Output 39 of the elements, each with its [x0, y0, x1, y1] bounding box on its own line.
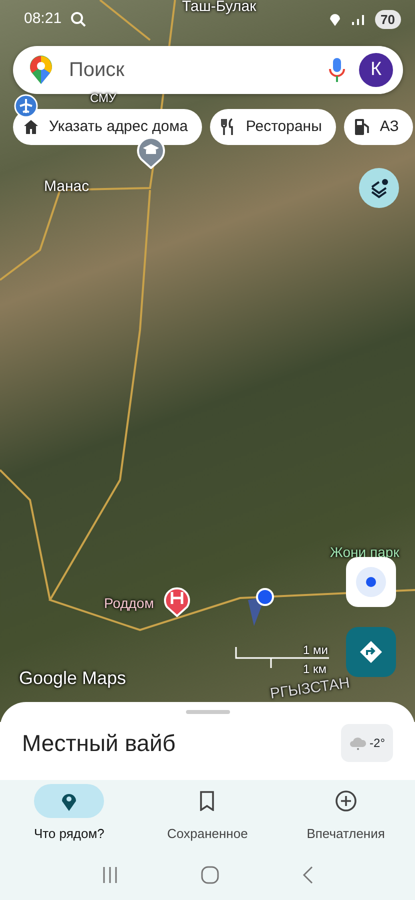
map-label: Манас — [44, 177, 90, 197]
airport-icon — [14, 94, 38, 118]
weather-chip[interactable]: -2° — [340, 724, 393, 762]
chip-button[interactable]: Указать адрес дома — [13, 109, 202, 145]
nav-tab[interactable]: Что рядом? — [0, 780, 138, 850]
location-dot-icon — [247, 588, 274, 627]
pin-icon — [61, 791, 78, 811]
avatar[interactable]: К — [359, 53, 393, 87]
search-icon — [70, 11, 86, 28]
bookmark-icon — [199, 791, 216, 811]
search-field[interactable]: Поиск — [67, 54, 315, 86]
location-target-icon — [354, 565, 388, 599]
map-attribution: Google Maps — [19, 667, 126, 690]
home-icon[interactable] — [200, 865, 220, 885]
map-label: Таш-Булак — [182, 0, 256, 17]
cloud-icon — [348, 736, 367, 750]
status-time: 08:21 — [24, 9, 62, 29]
chip-button[interactable]: Рестораны — [210, 109, 336, 145]
back-icon[interactable] — [300, 865, 315, 885]
search-bar[interactable]: Поиск К — [13, 46, 403, 94]
map-label: Жони парк — [330, 543, 400, 562]
map-label: Роддом — [104, 594, 154, 613]
house-icon — [23, 119, 39, 135]
map-pin-logo-icon — [29, 55, 53, 85]
sheet-title: Местный вайб — [22, 728, 176, 758]
fuel-pump-icon — [354, 118, 370, 136]
directions-button[interactable] — [346, 627, 396, 677]
hospital-pin-icon — [163, 585, 191, 617]
drag-handle[interactable] — [186, 710, 230, 714]
nav-tab[interactable]: Впечатления — [276, 780, 415, 850]
microphone-icon[interactable] — [329, 57, 345, 83]
scale-label: 1 ми — [303, 642, 328, 659]
nav-tab[interactable]: Сохраненное — [138, 780, 277, 850]
plus-circle-icon — [334, 790, 357, 812]
temperature: -2° — [370, 735, 385, 752]
location-icon — [328, 12, 341, 26]
directions-icon — [358, 639, 384, 665]
my-location-button[interactable] — [346, 557, 396, 607]
fork-knife-icon — [220, 118, 236, 136]
